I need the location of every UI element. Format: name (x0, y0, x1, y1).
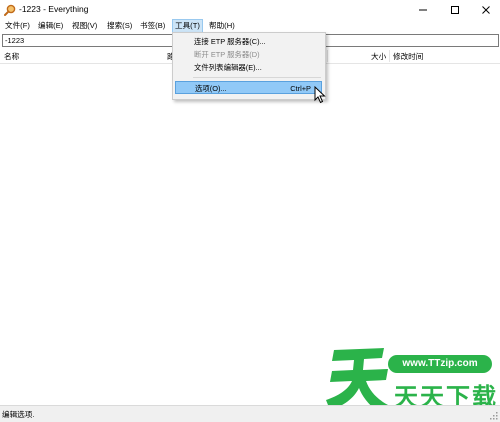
menu-edit[interactable]: 编辑(E) (36, 20, 65, 32)
everything-window: -1223 - Everything 文件(F) 编辑(E) 视图(V) 搜索(… (0, 0, 500, 422)
column-modified[interactable]: 修改时间 (393, 52, 423, 61)
minimize-icon (418, 9, 427, 10)
menu-item-connect-etp[interactable]: 连接 ETP 服务器(C)... (175, 35, 322, 48)
watermark-url: www.TTzip.com (388, 355, 492, 373)
menu-help[interactable]: 帮助(H) (207, 20, 237, 32)
menu-tools[interactable]: 工具(T) (172, 19, 203, 33)
column-size[interactable]: 大小 (371, 52, 386, 61)
status-text: 编辑选项. (2, 410, 35, 419)
close-button[interactable] (470, 0, 500, 19)
menu-separator (193, 77, 321, 78)
menu-item-label: 断开 ETP 服务器(D) (194, 50, 260, 59)
menu-file[interactable]: 文件(F) (3, 20, 32, 32)
menu-bookmarks[interactable]: 书签(B) (138, 20, 167, 32)
title-bar[interactable]: -1223 - Everything (0, 0, 500, 19)
menu-search[interactable]: 搜索(S) (105, 20, 134, 32)
watermark-logo (326, 348, 390, 412)
resize-grip-icon[interactable] (490, 412, 498, 420)
menu-item-shortcut: Ctrl+P (290, 84, 311, 93)
menu-item-label: 连接 ETP 服务器(C)... (194, 37, 266, 46)
maximize-button[interactable] (439, 0, 470, 19)
menu-bar: 文件(F) 编辑(E) 视图(V) 搜索(S) 书签(B) 工具(T) 帮助(H… (0, 19, 500, 33)
menu-view[interactable]: 视图(V) (70, 20, 99, 32)
tools-menu: 连接 ETP 服务器(C)... 断开 ETP 服务器(D) 文件列表编辑器(E… (172, 32, 326, 100)
menu-item-label: 选项(O)... (195, 84, 227, 93)
status-bar: 编辑选项. (0, 405, 500, 422)
maximize-icon (450, 5, 459, 14)
column-divider[interactable] (327, 50, 328, 62)
menu-item-options[interactable]: 选项(O)... Ctrl+P (175, 81, 322, 94)
mouse-cursor-icon (314, 86, 326, 104)
menu-item-file-list-editor[interactable]: 文件列表编辑器(E)... (175, 61, 322, 74)
close-icon (481, 5, 490, 14)
menu-item-label: 文件列表编辑器(E)... (194, 63, 262, 72)
magnifier-icon (4, 4, 16, 16)
minimize-button[interactable] (407, 0, 438, 19)
menu-item-disconnect-etp: 断开 ETP 服务器(D) (175, 48, 322, 61)
column-name[interactable]: 名称 (4, 52, 19, 61)
window-title: -1223 - Everything (19, 4, 89, 14)
column-divider[interactable] (389, 50, 390, 62)
watermark: www.TTzip.com 天天下载 (320, 340, 496, 415)
